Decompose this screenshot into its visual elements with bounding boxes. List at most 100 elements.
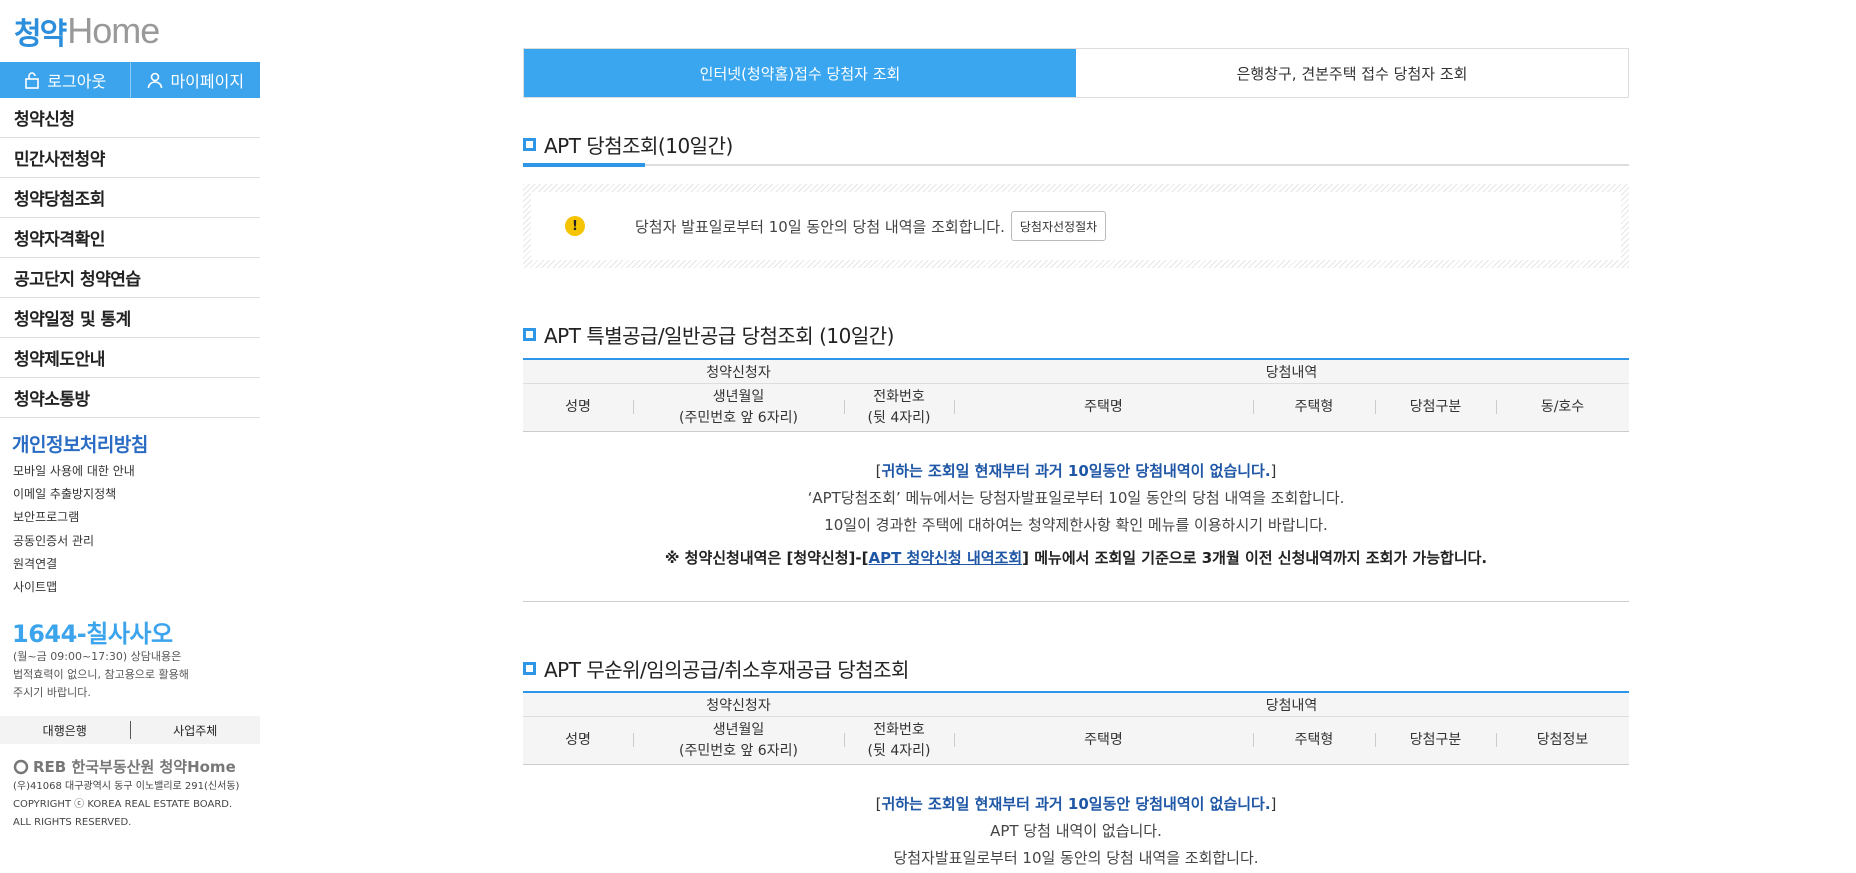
- col-birthdate-label: 생년월일: [712, 388, 765, 405]
- link-sitemap[interactable]: 사이트맵: [13, 576, 135, 599]
- sidebar: 청약 Home 로그아웃 마이페이지 청약신청 민간사전청약 청약당첨조회 청약…: [0, 0, 260, 873]
- phone-note-line: 법적효력이 없으니, 참고용으로 활용해: [13, 668, 189, 681]
- main-content: 인터넷(청약홈)접수 당첨자 조회 은행창구, 견본주택 접수 당첨자 조회 A…: [523, 48, 1629, 867]
- col-house-type: 주택형: [1253, 384, 1375, 431]
- section-title-special-general: APT 특별공급/일반공급 당첨조회 (10일간): [523, 320, 894, 349]
- note-suffix: ] 메뉴에서 조회일 기준으로 3개월 이전 신청내역까지 조회가 가능합니다.: [1022, 549, 1488, 567]
- copyright-line: COPYRIGHT ⓒ KOREA REAL ESTATE BOARD.: [13, 799, 233, 810]
- menu-item-practice[interactable]: 공고단지 청약연습: [0, 258, 260, 298]
- link-mobile-guide[interactable]: 모바일 사용에 대한 안내: [13, 460, 135, 483]
- application-history-note: ※ 청약신청내역은 [청약신청]-[APT 청약신청 내역조회] 메뉴에서 조회…: [523, 545, 1629, 572]
- bracket-close: ]: [1270, 462, 1277, 480]
- bank-links: 대행은행 사업주체: [0, 716, 260, 744]
- col-phone-sub: (뒷 4자리): [867, 409, 931, 426]
- col-name: 성명: [565, 732, 591, 748]
- footer-org: REB 한국부동산원 청약Home: [33, 758, 236, 776]
- logo-korean: 청약: [14, 17, 67, 52]
- col-phone: 전화번호 (뒷 4자리): [844, 384, 954, 431]
- sub-links: 모바일 사용에 대한 안내 이메일 추출방지정책 보안프로그램 공동인증서 관리…: [13, 460, 135, 599]
- col-phone-sub: (뒷 4자리): [867, 742, 931, 759]
- col-birthdate: 생년월일 (주민번호 앞 6자리): [633, 717, 844, 764]
- account-bar: 로그아웃 마이페이지: [0, 62, 260, 98]
- phone-word: 칠사사오: [86, 620, 173, 648]
- mypage-label: 마이페이지: [170, 72, 245, 91]
- col-birthdate: 생년월일 (주민번호 앞 6자리): [633, 384, 844, 431]
- phone-note-line: 주시기 바랍니다.: [13, 686, 91, 699]
- group-applicant: 청약신청자: [706, 364, 771, 381]
- link-certificate[interactable]: 공동인증서 관리: [13, 530, 135, 553]
- col-house-name: 주택명: [954, 717, 1253, 764]
- reb-logo-icon: [13, 759, 29, 774]
- agent-bank-link[interactable]: 대행은행: [0, 722, 130, 739]
- group-winning-details: 당첨내역: [1265, 364, 1318, 381]
- phone-note-line: (월~금 09:00~17:30) 상담내용은: [13, 650, 182, 663]
- empty-result-special-general: [귀하는 조회일 현재부터 과거 10일동안 당첨내역이 없습니다.] ‘APT…: [523, 458, 1629, 572]
- tab-bank-winner[interactable]: 은행창구, 견본주택 접수 당첨자 조회: [1076, 49, 1628, 97]
- exclamation-icon: !: [565, 216, 585, 236]
- col-phone-label: 전화번호: [873, 721, 925, 738]
- business-entity-link[interactable]: 사업주체: [131, 722, 261, 739]
- call-center-note: (월~금 09:00~17:30) 상담내용은 법적효력이 없으니, 참고용으로…: [13, 648, 213, 702]
- col-house-name: 주택명: [954, 384, 1253, 431]
- menu-item-winner-lookup[interactable]: 청약당첨조회: [0, 178, 260, 218]
- square-bullet-icon: [523, 662, 536, 675]
- address-line: (우)41068 대구광역시 동구 이노밸리로 291(신서동): [13, 781, 240, 792]
- col-win-info: 당첨정보: [1496, 717, 1629, 764]
- empty-result-unranked: [귀하는 조회일 현재부터 과거 10일동안 당첨내역이 없습니다.] APT …: [523, 791, 1629, 872]
- col-phone: 전화번호 (뒷 4자리): [844, 717, 954, 764]
- info-line: APT 당첨 내역이 없습니다.: [990, 822, 1162, 840]
- table-group-header: 청약신청자 당첨내역: [523, 360, 1629, 384]
- link-remote[interactable]: 원격연결: [13, 553, 135, 576]
- table-group-header: 청약신청자 당첨내역: [523, 693, 1629, 717]
- footer-logo: REB 한국부동산원 청약Home: [13, 756, 236, 777]
- result-table-special-general: 청약신청자 당첨내역 성명 생년월일 (주민번호 앞 6자리) 전화번호 (뒷 4자…: [523, 358, 1629, 432]
- menu-item-schedule-stats[interactable]: 청약일정 및 통계: [0, 298, 260, 338]
- phone-prefix: 1644-: [12, 620, 87, 648]
- section-title-text: APT 특별공급/일반공급 당첨조회 (10일간): [544, 324, 894, 348]
- col-birthdate-label: 생년월일: [712, 721, 765, 738]
- menu-item-community[interactable]: 청약소통방: [0, 378, 260, 418]
- footer-address: (우)41068 대구광역시 동구 이노밸리로 291(신서동) COPYRIG…: [13, 778, 239, 832]
- col-phone-label: 전화번호: [873, 388, 925, 405]
- menu-item-apply[interactable]: 청약신청: [0, 98, 260, 138]
- col-birthdate-sub: (주민번호 앞 6자리): [679, 742, 798, 759]
- mypage-button[interactable]: 마이페이지: [131, 62, 261, 98]
- link-email-policy[interactable]: 이메일 추출방지정책: [13, 483, 135, 506]
- col-win-type: 당첨구분: [1375, 384, 1496, 431]
- empty-message-text: 귀하는 조회일 현재부터 과거 10일동안 당첨내역이 없습니다.: [881, 462, 1271, 480]
- call-center-number: 1644-칠사사오: [12, 614, 173, 649]
- menu-item-system-guide[interactable]: 청약제도안내: [0, 338, 260, 378]
- apt-application-history-link[interactable]: APT 청약신청 내역조회: [868, 549, 1022, 567]
- empty-message: [귀하는 조회일 현재부터 과거 10일동안 당첨내역이 없습니다.]: [523, 458, 1629, 485]
- tab-internet-winner[interactable]: 인터넷(청약홈)접수 당첨자 조회: [524, 49, 1076, 97]
- result-table-unranked: 청약신청자 당첨내역 성명 생년월일 (주민번호 앞 6자리) 전화번호 (뒷 4자…: [523, 691, 1629, 765]
- menu-item-eligibility[interactable]: 청약자격확인: [0, 218, 260, 258]
- title-underline: [523, 163, 1629, 167]
- logout-button[interactable]: 로그아웃: [0, 62, 131, 98]
- notice-text: 당첨자 발표일로부터 10일 동안의 당첨 내역을 조회합니다.: [635, 217, 1005, 236]
- info-line: 당첨자발표일로부터 10일 동안의 당첨 내역을 조회합니다.: [893, 849, 1259, 867]
- lookup-tabs: 인터넷(청약홈)접수 당첨자 조회 은행창구, 견본주택 접수 당첨자 조회: [523, 48, 1629, 98]
- link-security-program[interactable]: 보안프로그램: [13, 506, 135, 529]
- site-logo[interactable]: 청약 Home: [14, 10, 160, 52]
- group-winning-details: 당첨내역: [1265, 697, 1318, 714]
- privacy-policy-link[interactable]: 개인정보처리방침: [12, 430, 148, 457]
- col-birthdate-sub: (주민번호 앞 6자리): [679, 409, 798, 426]
- table-header: 성명 생년월일 (주민번호 앞 6자리) 전화번호 (뒷 4자리) 주택명 주택형 …: [523, 384, 1629, 432]
- square-bullet-icon: [523, 328, 536, 341]
- notice-inner: ! 당첨자 발표일로부터 10일 동안의 당첨 내역을 조회합니다. 당첨자선정…: [531, 192, 1621, 260]
- logo-home: Home: [67, 10, 160, 51]
- selection-procedure-button[interactable]: 당첨자선정절차: [1010, 211, 1107, 241]
- table-header: 성명 생년월일 (주민번호 앞 6자리) 전화번호 (뒷 4자리) 주택명 주택형 …: [523, 717, 1629, 765]
- rights-line: ALL RIGHTS RESERVED.: [13, 817, 132, 828]
- info-line: 10일이 경과한 주택에 대하여는 청약제한사항 확인 메뉴를 이용하시기 바랍…: [824, 516, 1328, 534]
- menu-item-pre-subscription[interactable]: 민간사전청약: [0, 138, 260, 178]
- bracket-close: ]: [1270, 795, 1277, 813]
- logout-label: 로그아웃: [47, 72, 107, 91]
- col-win-type: 당첨구분: [1375, 717, 1496, 764]
- section-title-text: APT 당첨조회(10일간): [544, 134, 733, 158]
- section-divider: [523, 601, 1629, 602]
- user-icon: [148, 72, 163, 89]
- info-line: ‘APT당첨조회’ 메뉴에서는 당첨자발표일로부터 10일 동안의 당첨 내역을…: [807, 489, 1345, 507]
- section-title-unranked: APT 무순위/임의공급/취소후재공급 당첨조회: [523, 654, 909, 683]
